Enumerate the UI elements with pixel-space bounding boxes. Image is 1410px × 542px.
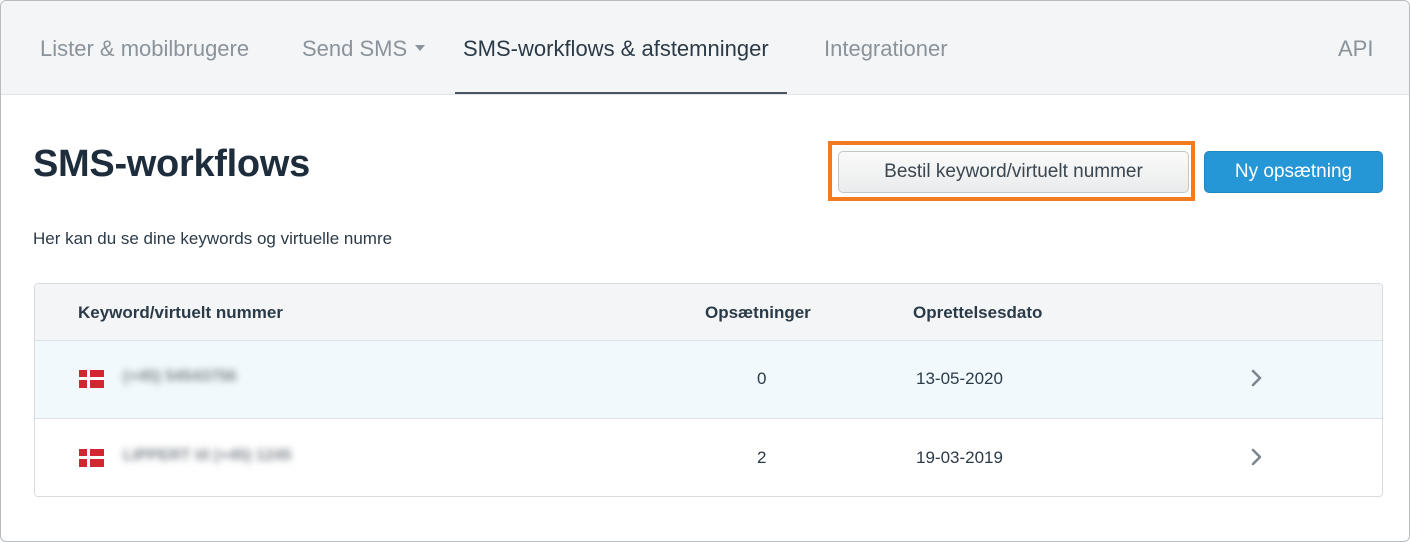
chevron-right-icon[interactable] xyxy=(1247,447,1267,467)
keywords-table: Keyword/virtuelt nummer Opsætninger Opre… xyxy=(34,283,1383,497)
keyword-value: LIPPERT til (+45) 1245 xyxy=(123,447,292,464)
created-date: 13-05-2020 xyxy=(916,369,1003,388)
nav-lister-mobilbrugere[interactable]: Lister & mobilbrugere xyxy=(40,1,249,94)
table-row[interactable]: (+45) 54543756 0 13-05-2020 xyxy=(35,341,1382,419)
setups-count: 2 xyxy=(757,448,767,467)
chevron-down-icon xyxy=(415,45,426,52)
nav-sms-workflows[interactable]: SMS-workflows & afstemninger xyxy=(463,1,769,94)
keyword-value: (+45) 54543756 xyxy=(123,368,237,385)
table-header: Keyword/virtuelt nummer Opsætninger Opre… xyxy=(35,284,1382,341)
denmark-flag-icon xyxy=(79,449,104,467)
nav-api[interactable]: API xyxy=(1338,1,1373,94)
denmark-flag-icon xyxy=(79,370,104,388)
nav-send-sms[interactable]: Send SMS xyxy=(302,1,426,94)
column-header-created: Oprettelsesdato xyxy=(913,303,1043,322)
app-window: Lister & mobilbrugere Send SMS SMS-workf… xyxy=(0,0,1410,542)
order-keyword-button[interactable]: Bestil keyword/virtuelt nummer xyxy=(838,151,1189,193)
page-subtitle: Her kan du se dine keywords og virtuelle… xyxy=(33,229,393,248)
page-title: SMS-workflows xyxy=(33,143,310,185)
nav-integrationer[interactable]: Integrationer xyxy=(824,1,948,94)
nav-send-sms-label: Send SMS xyxy=(302,36,408,61)
chevron-right-icon[interactable] xyxy=(1247,368,1267,388)
table-row[interactable]: LIPPERT til (+45) 1245 2 19-03-2019 xyxy=(35,420,1382,496)
top-navigation: Lister & mobilbrugere Send SMS SMS-workf… xyxy=(1,1,1409,95)
created-date: 19-03-2019 xyxy=(916,448,1003,467)
new-setup-button[interactable]: Ny opsætning xyxy=(1204,151,1383,193)
active-tab-indicator xyxy=(455,92,787,94)
column-header-setups: Opsætninger xyxy=(705,303,811,322)
setups-count: 0 xyxy=(757,369,767,388)
column-header-keyword: Keyword/virtuelt nummer xyxy=(78,303,283,322)
